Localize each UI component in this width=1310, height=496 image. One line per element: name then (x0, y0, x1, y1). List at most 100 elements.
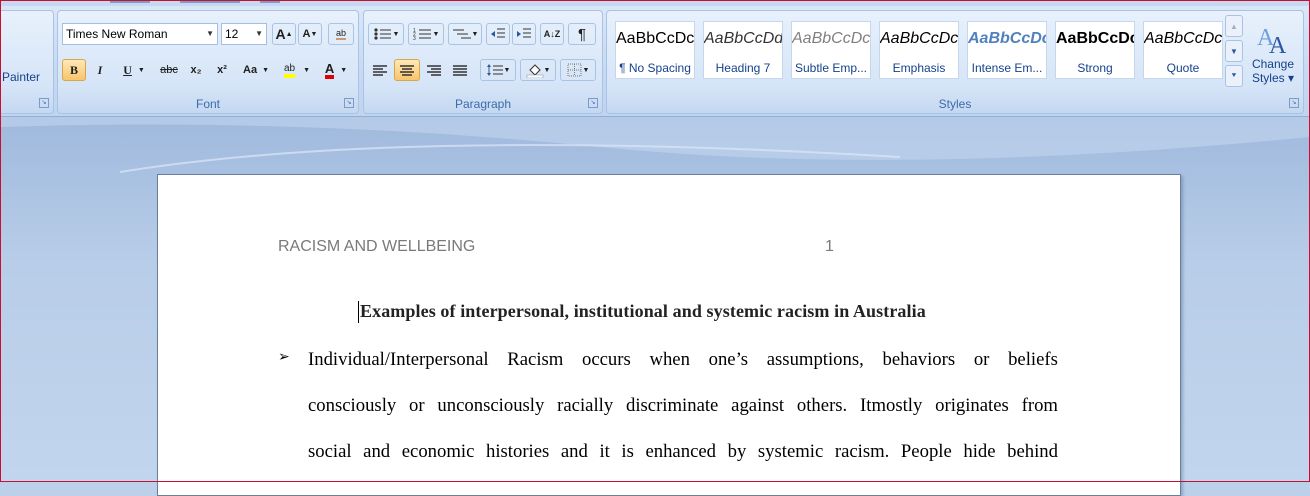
change-case-button[interactable]: Aa ▼ (238, 59, 274, 81)
font-group-label: Font (195, 97, 220, 111)
align-left-button[interactable] (368, 59, 392, 81)
bullets-icon (373, 28, 391, 40)
grow-font-button[interactable]: A ▲ (272, 23, 296, 45)
style-item-0[interactable]: AaBbCcDc ¶ No Spacing (615, 21, 695, 79)
font-name-combo[interactable]: Times New Roman ▼ (62, 23, 218, 45)
strikethrough-icon: abc (160, 64, 178, 76)
format-painter-label: Painter (2, 70, 41, 84)
clear-formatting-icon: ab (335, 28, 346, 40)
style-sample: AaBbCcDc (792, 30, 870, 47)
font-name-dropdown-icon[interactable]: ▼ (206, 24, 214, 44)
style-item-3[interactable]: AaBbCcDc Emphasis (879, 21, 959, 79)
borders-icon (567, 63, 582, 77)
underline-button[interactable]: U ▼ (116, 59, 152, 81)
style-item-4[interactable]: AaBbCcDc Intense Em... (967, 21, 1047, 79)
sort-button[interactable]: A↓Z (540, 23, 564, 45)
style-item-6[interactable]: AaBbCcDc Quote (1143, 21, 1223, 79)
scroll-down-icon: ▼ (1230, 46, 1238, 56)
paragraph-line-3: social and economic histories and it is enhance… (308, 441, 1058, 462)
italic-button[interactable]: I (88, 59, 112, 81)
style-item-5[interactable]: AaBbCcDc Strong (1055, 21, 1135, 79)
style-item-2[interactable]: AaBbCcDc Subtle Emp... (791, 21, 871, 79)
multilevel-list-icon (452, 29, 471, 39)
change-styles-label-2: Styles ▾ (1251, 71, 1295, 85)
increase-indent-button[interactable] (512, 23, 536, 45)
align-center-button[interactable] (394, 59, 420, 81)
style-sample: AaBbCcDc (1144, 30, 1222, 47)
shrink-font-icon: A (302, 28, 311, 40)
scroll-up-icon: ▲ (1230, 21, 1238, 31)
paragraph-group-label: Paragraph (454, 97, 512, 111)
document-title: Examples of interpersonal, institutional… (360, 301, 926, 321)
style-sample: AaBbCcDc (880, 30, 958, 47)
paragraph-launcher-icon[interactable]: ↘ (588, 98, 598, 108)
font-name-value: Times New Roman (66, 27, 168, 41)
bold-icon: B (69, 62, 78, 77)
page-number: 1 (825, 238, 834, 255)
running-header: RACISM AND WELLBEING (278, 238, 476, 255)
font-launcher-icon[interactable]: ↘ (344, 98, 354, 108)
shading-button[interactable]: ▼ (520, 59, 556, 81)
superscript-icon: x² (217, 64, 227, 76)
text-cursor (358, 301, 359, 323)
font-size-value: 12 (225, 27, 239, 41)
clear-formatting-button[interactable]: ab (328, 23, 354, 45)
style-item-1[interactable]: AaBbCcDd Heading 7 (703, 21, 783, 79)
text-highlight-button[interactable]: ab ▼ (278, 59, 316, 81)
change-styles-button[interactable]: A A Change Styles ▾ (1247, 15, 1299, 93)
style-name: Intense Em... (971, 61, 1043, 75)
arrow-bullet-icon: ➢ (278, 349, 290, 365)
pilcrow-icon: ¶ (577, 25, 587, 43)
justify-icon (453, 64, 467, 76)
subscript-button[interactable]: x₂ (184, 59, 208, 81)
font-size-dropdown-icon[interactable]: ▼ (255, 24, 263, 44)
styles-group-label: Styles (938, 97, 972, 111)
more-icon: ⯆ (1230, 71, 1238, 80)
bold-button[interactable]: B (62, 59, 86, 81)
format-painter-button[interactable]: Painter (1, 66, 51, 88)
strikethrough-button[interactable]: abc (156, 59, 182, 81)
change-styles-icon: A A (1257, 25, 1287, 57)
paragraph-group: ▼ 123 ▼ ▼ A↓Z ¶ ▼ ▼ ▼ Paragraph ↘ (363, 10, 603, 114)
superscript-button[interactable]: x² (210, 59, 234, 81)
paint-bucket-icon (526, 64, 543, 78)
clipboard-launcher-icon[interactable]: ↘ (39, 98, 49, 108)
styles-scroll-up-button[interactable]: ▲ (1225, 15, 1243, 37)
styles-scroll-down-button[interactable]: ▼ (1225, 40, 1243, 62)
document-page[interactable]: RACISM AND WELLBEING 1 Examples of inter… (157, 174, 1181, 496)
ribbon: Painter ↘ Times New Roman ▼ 12 ▼ A ▲ A ▼ a… (0, 0, 1310, 117)
font-size-combo[interactable]: 12 ▼ (221, 23, 267, 45)
borders-button[interactable]: ▼ (560, 59, 596, 81)
subscript-icon: x₂ (190, 64, 202, 76)
align-right-button[interactable] (422, 59, 446, 81)
sort-icon: A↓Z (543, 29, 561, 39)
bullets-button[interactable]: ▼ (368, 23, 404, 45)
decrease-indent-icon (491, 28, 505, 38)
grow-font-icon: A (275, 26, 286, 42)
style-name: Heading 7 (715, 61, 771, 75)
styles-more-button[interactable]: ⯆ (1225, 65, 1243, 87)
show-formatting-marks-button[interactable]: ¶ (568, 23, 596, 45)
justify-button[interactable] (448, 59, 472, 81)
svg-text:A: A (1269, 33, 1287, 57)
paragraph-line-1: Individual/Interpersonal Racism occurs when… (308, 349, 1058, 370)
styles-group: AaBbCcDc ¶ No Spacing AaBbCcDd Heading 7 AaB… (606, 10, 1304, 114)
numbering-button[interactable]: 123 ▼ (408, 23, 444, 45)
line-spacing-button[interactable]: ▼ (480, 59, 516, 81)
multilevel-list-button[interactable]: ▼ (448, 23, 482, 45)
align-center-icon (400, 64, 414, 76)
numbering-icon: 123 (413, 28, 431, 41)
clipboard-group: Painter ↘ (0, 10, 54, 114)
font-color-button[interactable]: A ▼ (318, 59, 354, 81)
paragraph-line-2: consciously or unconsciously racially discri… (308, 395, 1058, 416)
align-left-icon (373, 64, 387, 76)
shrink-font-button[interactable]: A ▼ (298, 23, 322, 45)
change-case-icon: Aa (243, 64, 258, 76)
style-name: ¶ No Spacing (619, 61, 691, 75)
style-sample: AaBbCcDc (1056, 30, 1134, 47)
italic-icon: I (97, 62, 103, 77)
styles-launcher-icon[interactable]: ↘ (1289, 98, 1299, 108)
style-name: Strong (1077, 61, 1113, 75)
style-name: Subtle Emp... (794, 61, 868, 75)
decrease-indent-button[interactable] (486, 23, 510, 45)
